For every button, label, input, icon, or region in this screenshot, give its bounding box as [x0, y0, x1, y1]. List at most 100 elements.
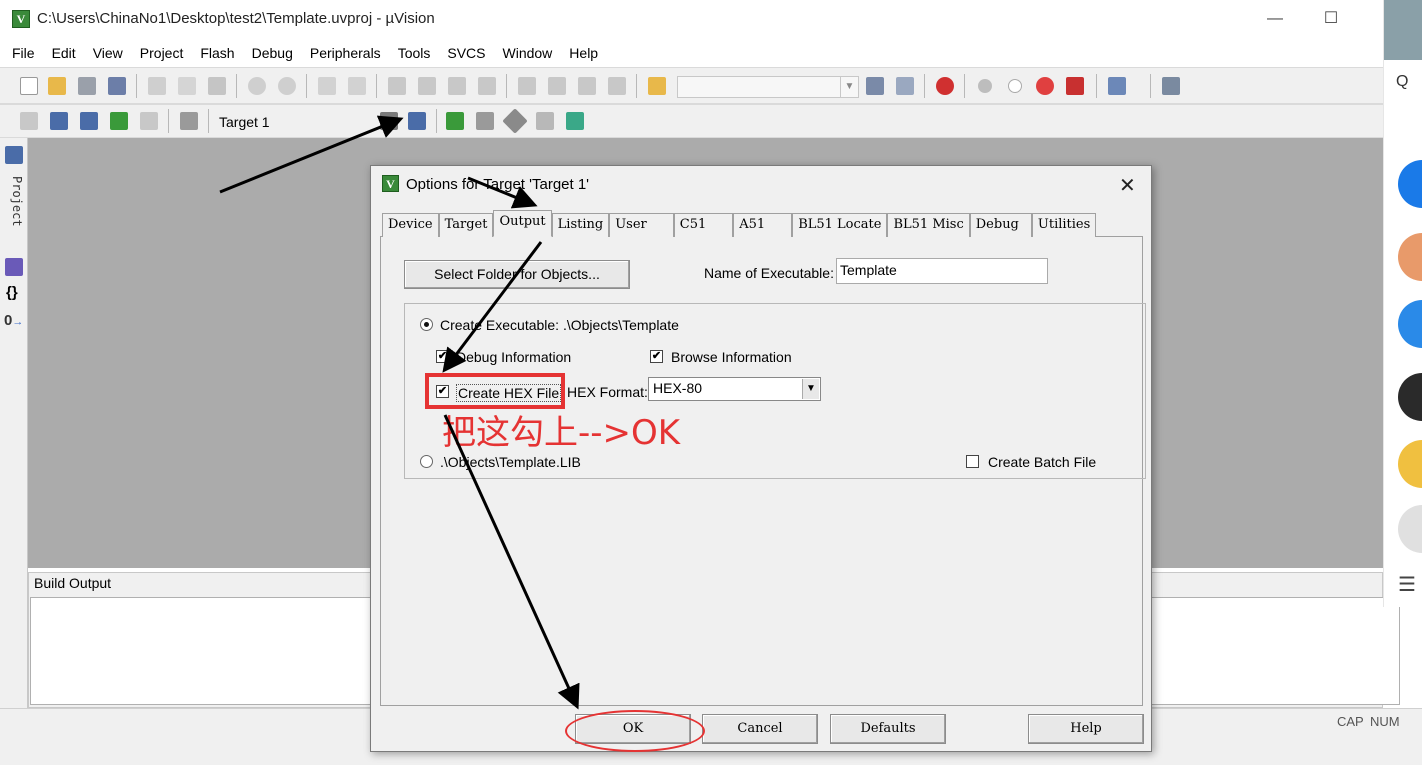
open-folder-icon[interactable]: [48, 77, 66, 95]
create-library-radio[interactable]: [420, 455, 433, 468]
menu-window[interactable]: Window: [503, 45, 553, 61]
menu-project[interactable]: Project: [140, 45, 184, 61]
breakpoint-icon[interactable]: [978, 79, 992, 93]
file-extensions-icon[interactable]: [446, 112, 464, 130]
tab-a51[interactable]: A51: [733, 213, 793, 237]
navigate-back-icon[interactable]: [318, 77, 336, 95]
manage-components-icon[interactable]: [476, 112, 494, 130]
redo-icon[interactable]: [278, 77, 296, 95]
defaults-button[interactable]: Defaults: [830, 714, 946, 744]
disable-breakpoint-icon[interactable]: [1008, 79, 1022, 93]
tab-utilities[interactable]: Utilities: [1031, 213, 1097, 237]
indent-icon[interactable]: [518, 77, 536, 95]
run-time-environment-icon[interactable]: [566, 112, 584, 130]
tab-debug[interactable]: Debug: [969, 213, 1032, 237]
create-batch-file-checkbox[interactable]: [966, 455, 979, 468]
menu-tools[interactable]: Tools: [398, 45, 431, 61]
tab-user[interactable]: User: [609, 213, 674, 237]
tab-target[interactable]: Target: [438, 213, 494, 237]
uncomment-icon[interactable]: [608, 77, 626, 95]
create-executable-radio[interactable]: [420, 318, 433, 331]
tab-bl51-misc[interactable]: BL51 Misc: [887, 213, 970, 237]
menu-flash[interactable]: Flash: [200, 45, 234, 61]
disable-all-breakpoints-icon[interactable]: [1036, 77, 1054, 95]
build-output-title: Build Output: [34, 575, 112, 591]
find-combo[interactable]: ▼: [677, 76, 859, 98]
rebuild-icon[interactable]: [80, 112, 98, 130]
toolbar-separator: [1150, 74, 1151, 98]
build-icon[interactable]: [50, 112, 68, 130]
project-tab-label[interactable]: Project: [2, 176, 24, 227]
incremental-find-icon[interactable]: [896, 77, 914, 95]
close-icon[interactable]: ✕: [1119, 173, 1136, 198]
select-folder-button[interactable]: Select Folder for Objects...: [404, 260, 630, 289]
cut-icon[interactable]: [148, 77, 166, 95]
tab-listing[interactable]: Listing: [551, 213, 610, 237]
chevron-down-icon[interactable]: ▼: [840, 77, 858, 97]
prev-bookmark-icon[interactable]: [418, 77, 436, 95]
browse-information-checkbox[interactable]: ✔: [650, 350, 663, 363]
translate-icon[interactable]: [20, 112, 38, 130]
menu-file[interactable]: File: [12, 45, 35, 61]
toolbar-separator: [306, 74, 307, 98]
num-lock-indicator: NUM: [1370, 714, 1400, 729]
kill-all-breakpoints-icon[interactable]: [1066, 77, 1084, 95]
target-select[interactable]: Target 1: [219, 114, 270, 130]
project-tab-icon[interactable]: [5, 146, 23, 164]
functions-tab-icon[interactable]: {}: [6, 284, 18, 301]
cancel-button[interactable]: Cancel: [702, 714, 818, 744]
find-in-files-icon[interactable]: [648, 77, 666, 95]
toolbar-separator: [208, 109, 209, 133]
menu-peripherals[interactable]: Peripherals: [310, 45, 381, 61]
menu-debug[interactable]: Debug: [252, 45, 293, 61]
help-button[interactable]: Help: [1028, 714, 1144, 744]
new-file-icon[interactable]: [20, 77, 38, 95]
menu-svcs[interactable]: SVCS: [447, 45, 485, 61]
hex-format-value: HEX-80: [653, 380, 703, 396]
templates-tab-icon[interactable]: 0→: [4, 312, 23, 329]
save-all-icon[interactable]: [108, 77, 126, 95]
tab-bl51-locate[interactable]: BL51 Locate: [792, 213, 888, 237]
tab-c51[interactable]: C51: [673, 213, 734, 237]
menu-bar: File Edit View Project Flash Debug Perip…: [0, 40, 1383, 66]
copy-icon[interactable]: [178, 77, 196, 95]
name-of-executable-input[interactable]: Template: [836, 258, 1048, 284]
download-load-icon[interactable]: [180, 112, 198, 130]
pack-installer-icon[interactable]: [536, 112, 554, 130]
find-icon[interactable]: [866, 77, 884, 95]
chevron-down-icon[interactable]: ▼: [802, 379, 819, 399]
batch-build-icon[interactable]: [110, 112, 128, 130]
maximize-button[interactable]: ☐: [1316, 8, 1346, 30]
unindent-icon[interactable]: [548, 77, 566, 95]
books-tab-icon[interactable]: [5, 258, 23, 276]
next-bookmark-icon[interactable]: [448, 77, 466, 95]
navigate-forward-icon[interactable]: [348, 77, 366, 95]
tab-device[interactable]: Device: [382, 213, 439, 237]
clear-bookmarks-icon[interactable]: [478, 77, 496, 95]
select-packs-icon[interactable]: [502, 108, 528, 134]
stop-build-icon[interactable]: [140, 112, 158, 130]
hex-format-select[interactable]: HEX-80 ▼: [648, 377, 821, 401]
toolbar-separator: [168, 109, 169, 133]
menu-help[interactable]: Help: [569, 45, 598, 61]
start-debug-icon[interactable]: [936, 77, 954, 95]
minimize-button[interactable]: —: [1260, 8, 1290, 30]
bookmark-icon[interactable]: [388, 77, 406, 95]
search-icon[interactable]: Q: [1396, 73, 1408, 91]
create-executable-label: Create Executable: .\Objects\Template: [440, 317, 679, 333]
debug-information-checkbox[interactable]: ✔: [436, 350, 449, 363]
save-icon[interactable]: [78, 77, 96, 95]
menu-view[interactable]: View: [93, 45, 123, 61]
paste-icon[interactable]: [208, 77, 226, 95]
menu-icon[interactable]: ☰: [1398, 572, 1416, 597]
window-layout-icon[interactable]: [1108, 77, 1126, 95]
menu-edit[interactable]: Edit: [52, 45, 76, 61]
avatar[interactable]: [1384, 0, 1422, 60]
options-for-target-icon[interactable]: [408, 112, 426, 130]
configure-wrench-icon[interactable]: [1162, 77, 1180, 95]
tab-output[interactable]: Output: [493, 210, 552, 237]
undo-icon[interactable]: [248, 77, 266, 95]
target-dropdown-icon[interactable]: [380, 112, 398, 130]
comment-icon[interactable]: [578, 77, 596, 95]
hex-format-label: HEX Format:: [567, 384, 648, 400]
